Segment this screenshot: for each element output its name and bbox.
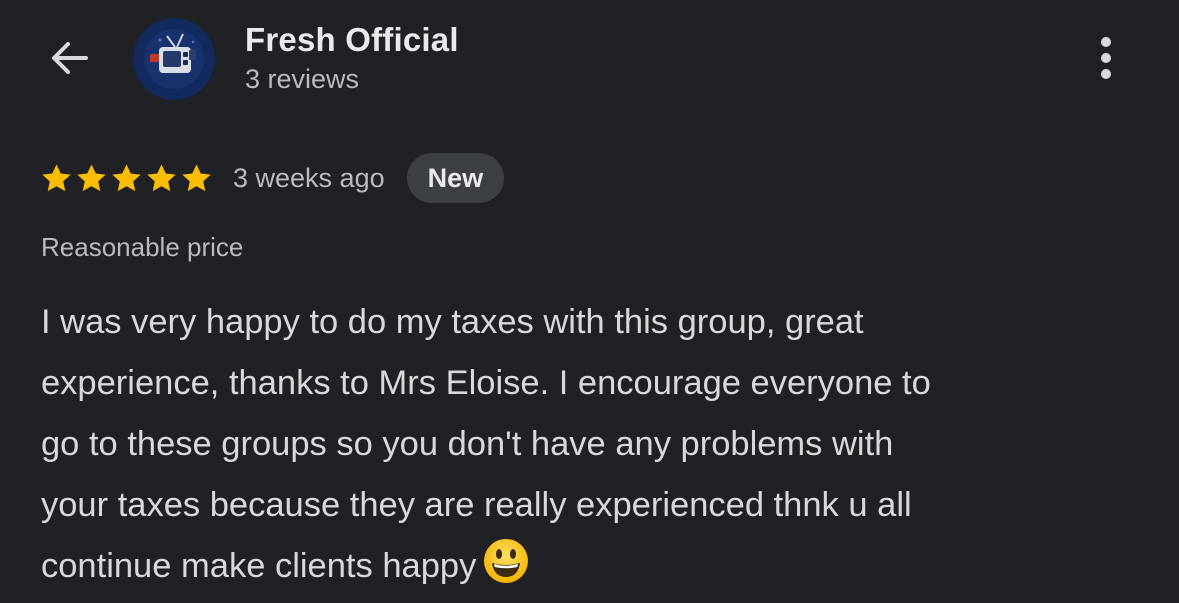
arrow-left-icon	[52, 42, 88, 74]
review-line: I was very happy to do my taxes with thi…	[41, 303, 864, 341]
header-info: Fresh Official 3 reviews	[245, 20, 459, 98]
more-options-button[interactable]	[1082, 30, 1130, 86]
star-rating	[40, 162, 215, 195]
rating-row: 3 weeks ago New	[40, 152, 505, 204]
review-line: your taxes because they are really exper…	[41, 486, 912, 524]
review-line-last: continue make clients happy	[41, 536, 1151, 597]
review-attribute: Reasonable price	[41, 232, 244, 262]
avatar[interactable]	[133, 18, 215, 100]
star-icon	[77, 163, 106, 191]
more-vertical-icon	[1101, 37, 1111, 79]
account-name[interactable]: Fresh Official	[245, 20, 459, 60]
review-count: 3 reviews	[245, 64, 360, 94]
back-button[interactable]	[38, 28, 102, 88]
star-icon	[42, 163, 71, 191]
avatar-image	[133, 18, 215, 100]
review-text: I was very happy to do my taxes with thi…	[41, 292, 1151, 597]
review-time: 3 weeks ago	[233, 162, 385, 193]
grinning-face-emoji	[484, 539, 529, 583]
star-icon	[112, 163, 141, 191]
star-icon	[182, 163, 211, 191]
review-line: go to these groups so you don't have any…	[41, 425, 894, 463]
star-icon	[147, 163, 176, 191]
review-screen: Fresh Official 3 reviews 3 weeks ago New…	[0, 0, 1179, 603]
review-line: continue make clients happy	[41, 547, 477, 585]
review-line: experience, thanks to Mrs Eloise. I enco…	[41, 364, 931, 402]
new-badge: New	[406, 153, 505, 203]
